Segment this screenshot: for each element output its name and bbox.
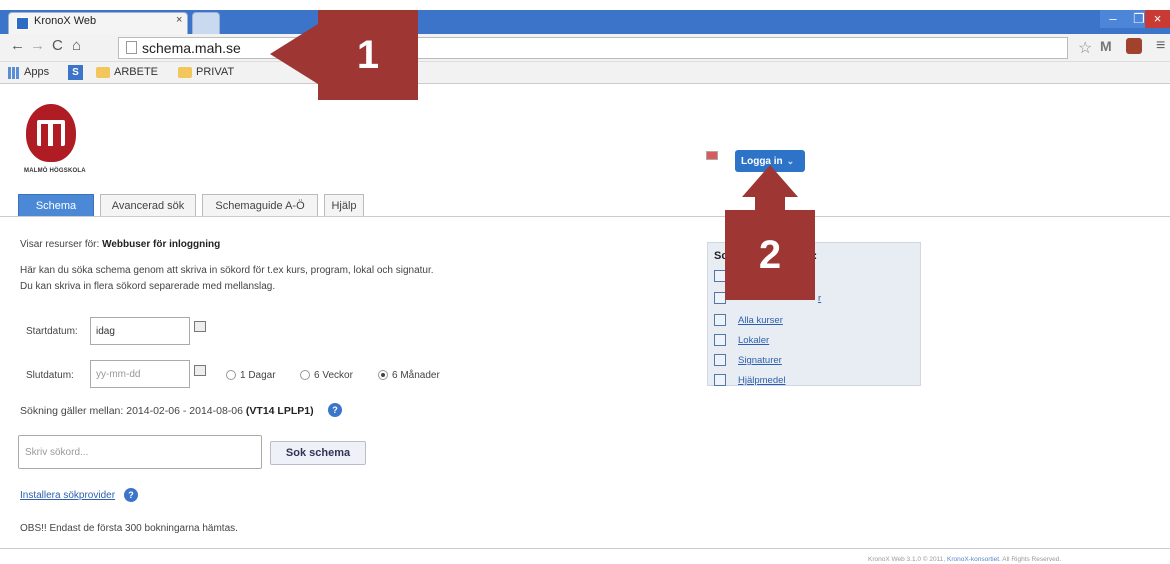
resources-prefix: Visar resurser för: [20, 239, 103, 250]
help-icon[interactable]: ? [328, 403, 342, 417]
panel-link-partial[interactable]: r [818, 293, 821, 304]
logo-mark-bar [48, 120, 53, 146]
page-icon [126, 41, 137, 54]
resources-line: Visar resurser för: Webbuser för inloggn… [20, 239, 220, 250]
search-range-text: Sökning gäller mellan: 2014-02-06 - 2014… [20, 405, 246, 417]
url-text[interactable]: schema.mah.se [142, 40, 241, 56]
bookmark-folder-arbete[interactable]: ARBETE [114, 66, 158, 78]
kronox-favicon-icon [16, 17, 29, 30]
panel-link-rooms[interactable]: Lokaler [738, 335, 769, 346]
footer-prefix: KronoX Web 3.1.0 © 2011, [868, 556, 947, 563]
logo-text: MALMÖ HÖGSKOLA [24, 168, 86, 174]
end-date-input[interactable]: yy-mm-dd [90, 360, 190, 388]
radio-6-months-label: 6 Månader [392, 370, 440, 381]
home-icon[interactable]: ⌂ [72, 37, 81, 54]
callout-2-label: 2 [725, 210, 815, 300]
folder-icon [178, 67, 192, 78]
radio-1-day-label: 1 Dagar [240, 370, 276, 381]
reload-icon[interactable]: C [52, 37, 63, 54]
callout-2-arrowhead [742, 165, 798, 197]
calendar-icon[interactable] [194, 365, 206, 376]
radio-6-months[interactable] [378, 370, 388, 380]
bookmark-star-icon[interactable]: ☆ [1078, 38, 1092, 58]
radio-6-weeks-label: 6 Veckor [314, 370, 353, 381]
intro-text-2: Du kan skriva in flera sökord separerade… [20, 281, 276, 292]
camera-extension-icon[interactable] [1126, 38, 1142, 54]
search-doc-icon [714, 334, 726, 346]
end-date-label: Slutdatum: [26, 370, 74, 381]
term-code: (VT14 LPLP1) [245, 405, 314, 417]
search-doc-icon [714, 314, 726, 326]
calendar-icon[interactable] [194, 321, 206, 332]
callout-1-label: 1 [318, 10, 418, 100]
window-minimize-button[interactable]: – [1100, 10, 1126, 28]
new-tab-button[interactable] [192, 12, 220, 34]
panel-link-aids[interactable]: Hjälpmedel [738, 375, 786, 386]
bookmark-s-icon[interactable]: S [68, 65, 83, 80]
search-input[interactable]: Skriv sökord... [18, 435, 262, 469]
gmail-extension-icon[interactable]: M [1100, 38, 1112, 54]
radio-1-day[interactable] [226, 370, 236, 380]
window-close-button[interactable]: × [1145, 10, 1170, 28]
forward-arrow-icon[interactable]: → [30, 37, 45, 54]
bookmark-folder-privat[interactable]: PRIVAT [196, 66, 234, 78]
back-arrow-icon[interactable]: ← [10, 37, 25, 54]
browser-tab-title: KronoX Web [34, 15, 97, 27]
browser-menu-icon[interactable]: ≡ [1156, 37, 1165, 55]
booking-limit-notice: OBS!! Endast de första 300 bokningarna h… [20, 523, 238, 534]
panel-link-signatures[interactable]: Signaturer [738, 355, 782, 366]
intro-text-1: Här kan du söka schema genom att skriva … [20, 265, 434, 276]
apps-grid-icon[interactable] [8, 67, 20, 79]
footer-suffix: . All Rights Reserved. [999, 556, 1062, 563]
search-doc-icon [714, 374, 726, 386]
footer-link[interactable]: KronoX-konsortiet [947, 556, 999, 563]
bookmark-apps[interactable]: Apps [24, 66, 49, 78]
help-icon[interactable]: ? [124, 488, 138, 502]
tab-close-icon[interactable]: × [176, 14, 182, 26]
radio-6-weeks[interactable] [300, 370, 310, 380]
tab-help[interactable]: Hjälp [324, 194, 364, 216]
search-doc-icon [714, 354, 726, 366]
search-range: Sökning gäller mellan: 2014-02-06 - 2014… [20, 405, 314, 417]
panel-link-all-courses[interactable]: Alla kurser [738, 315, 783, 326]
language-flag-icon[interactable] [706, 151, 718, 160]
tab-schedule-guide[interactable]: Schemaguide A-Ö [202, 194, 318, 216]
footer: KronoX Web 3.1.0 © 2011, KronoX-konsorti… [868, 556, 1061, 563]
folder-icon [96, 67, 110, 78]
resources-name: Webbuser för inloggning [102, 239, 221, 250]
top-strip [0, 0, 1170, 10]
tab-advanced-search[interactable]: Avancerad sök [100, 194, 196, 216]
address-bar[interactable] [118, 37, 1068, 59]
divider [0, 548, 1170, 549]
install-search-provider-link[interactable]: Installera sökprovider [20, 490, 115, 501]
start-date-label: Startdatum: [26, 326, 78, 337]
bookmarks-bar [0, 62, 1170, 84]
start-date-input[interactable]: idag [90, 317, 190, 345]
divider [0, 216, 1170, 217]
search-schedule-button[interactable]: Sok schema [270, 441, 366, 465]
tab-schema[interactable]: Schema [18, 194, 94, 216]
